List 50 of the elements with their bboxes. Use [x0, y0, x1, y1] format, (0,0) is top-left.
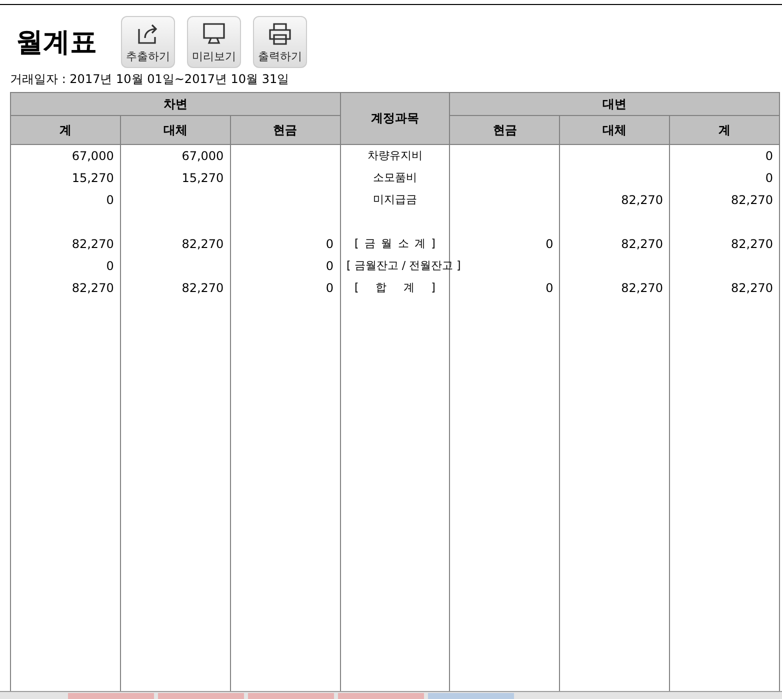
table-cell: 82,270 — [670, 277, 780, 299]
account-label: [ 금월잔고 / 전월잔고 ] — [346, 258, 461, 274]
date-range: 거래일자 : 2017년 10월 01일~2017년 10월 31일 — [9, 71, 290, 88]
account-label: [ 합 계 ] — [354, 280, 436, 296]
table-cell: 0 — [450, 233, 560, 255]
toolbar-button[interactable]: 미리보기 — [187, 16, 241, 68]
account-label: [ 금 월 소 계 ] — [354, 236, 436, 252]
sheet-tab[interactable] — [428, 693, 514, 699]
table-cell: 82,270 — [120, 277, 230, 299]
table-cell: 67,000 — [10, 144, 120, 167]
table-cell: 82,270 — [670, 233, 780, 255]
page-title: 월계표 — [16, 26, 97, 60]
column-header: 대체 — [560, 116, 670, 144]
toolbar-button[interactable]: 출력하기 — [253, 16, 307, 68]
column-header: 현금 — [230, 116, 340, 144]
table-cell: 0 — [450, 277, 560, 299]
sheet-tab[interactable] — [248, 693, 334, 699]
account-label: 미지급금 — [372, 192, 417, 208]
account-label: 차량유지비 — [367, 148, 422, 164]
printer-icon — [267, 20, 293, 46]
column-group-header: 대변 — [450, 92, 780, 116]
table-cell: 15,270 — [10, 167, 120, 189]
table-cell: 0 — [10, 189, 120, 211]
column-header: 계정과목 — [340, 92, 450, 144]
table-cell: 0 — [10, 255, 120, 277]
account-label: 소모품비 — [372, 170, 417, 186]
toolbar-button[interactable]: 추출하기 — [121, 16, 175, 68]
column-group-header: 차변 — [10, 92, 340, 116]
table-cell: 82,270 — [560, 233, 670, 255]
table-cell: 82,270 — [670, 189, 780, 211]
table-cell: 82,270 — [10, 233, 120, 255]
table-cell: 0 — [230, 233, 340, 255]
table-cell: 15,270 — [120, 167, 230, 189]
column-header: 현금 — [450, 116, 560, 144]
table-cell: 67,000 — [120, 144, 230, 167]
table-cell: 82,270 — [560, 189, 670, 211]
table-cell: 82,270 — [560, 277, 670, 299]
table-cell: 0 — [670, 167, 780, 189]
monitor-icon — [201, 20, 227, 46]
sheet-tab[interactable] — [158, 693, 244, 699]
sheet-tab[interactable] — [68, 693, 154, 699]
column-header: 계 — [670, 116, 780, 144]
table-cell: 0 — [230, 255, 340, 277]
sheet-tab[interactable] — [338, 693, 424, 699]
table-cell: 0 — [230, 277, 340, 299]
column-header: 대체 — [120, 116, 230, 144]
table-cell: 82,270 — [120, 233, 230, 255]
table-cell: 82,270 — [10, 277, 120, 299]
table-cell: 0 — [670, 144, 780, 167]
column-header: 계 — [10, 116, 120, 144]
